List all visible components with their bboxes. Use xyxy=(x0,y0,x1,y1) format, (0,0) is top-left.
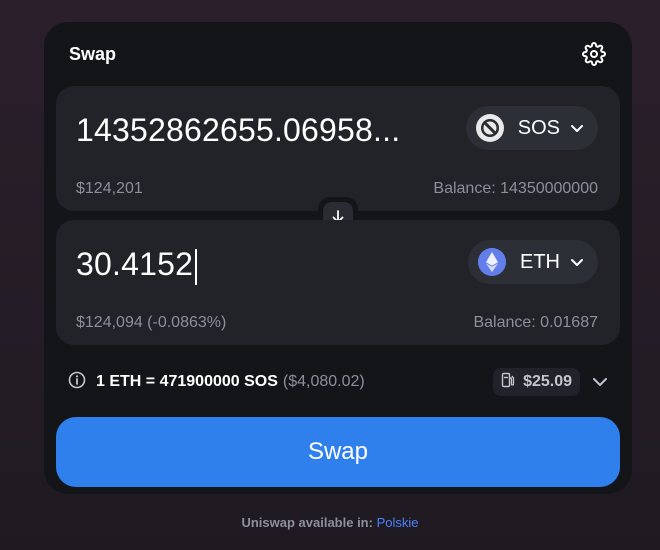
info-icon xyxy=(68,371,86,394)
gas-pump-icon xyxy=(501,372,515,393)
chevron-down-icon[interactable] xyxy=(592,374,608,390)
output-balance: Balance: 0.01687 xyxy=(473,314,598,331)
input-amount-field[interactable]: 14352862655.06958... xyxy=(76,112,448,149)
gas-fee-value: $25.09 xyxy=(523,373,572,390)
footer: Uniswap available in: Polskie xyxy=(0,515,660,530)
output-usd-value: $124,094 (-0.0863%) xyxy=(76,314,227,331)
chevron-down-icon xyxy=(570,255,584,269)
input-usd-value: $124,201 xyxy=(76,180,143,197)
input-token-label: SOS xyxy=(517,116,560,139)
swap-button[interactable]: Swap xyxy=(56,417,620,487)
input-panel: 14352862655.06958... SOS $124,201 Balanc… xyxy=(56,86,620,211)
output-subline: $124,094 (-0.0863%) Balance: 0.01687 xyxy=(76,314,598,332)
text-cursor xyxy=(195,248,198,285)
rate-details: $25.09 xyxy=(493,368,608,396)
swap-widget: Swap 14352862655.06958... SOS $124,201 B… xyxy=(44,22,632,494)
eth-token-icon xyxy=(478,248,506,276)
chevron-down-icon xyxy=(570,121,584,135)
input-balance[interactable]: Balance: 14350000000 xyxy=(433,180,598,198)
output-token-selector[interactable]: ETH xyxy=(468,240,598,284)
exchange-rate-usd: ($4,080.02) xyxy=(282,373,365,390)
swap-header: Swap xyxy=(69,42,607,66)
input-subline: $124,201 Balance: 14350000000 xyxy=(76,180,598,198)
rate-row[interactable]: 1 ETH = 471900000 SOS ($4,080.02) $25.09 xyxy=(68,368,608,396)
output-amount-field[interactable]: 30.4152 xyxy=(76,246,448,285)
sos-token-icon xyxy=(475,114,504,142)
exchange-rate: 1 ETH = 471900000 SOS xyxy=(96,373,278,390)
gear-icon[interactable] xyxy=(581,41,607,67)
gas-fee-badge: $25.09 xyxy=(493,368,580,396)
language-link[interactable]: Polskie xyxy=(377,515,419,530)
rate-info: 1 ETH = 471900000 SOS ($4,080.02) xyxy=(68,371,365,394)
output-amount-text: 30.4152 xyxy=(76,246,194,282)
input-token-selector[interactable]: SOS xyxy=(465,106,598,150)
footer-text: Uniswap available in: xyxy=(241,515,373,530)
output-token-label: ETH xyxy=(520,250,560,273)
output-panel: 30.4152 ETH $124,094 (-0.0863%) Balance:… xyxy=(56,220,620,345)
swap-title: Swap xyxy=(69,43,117,64)
